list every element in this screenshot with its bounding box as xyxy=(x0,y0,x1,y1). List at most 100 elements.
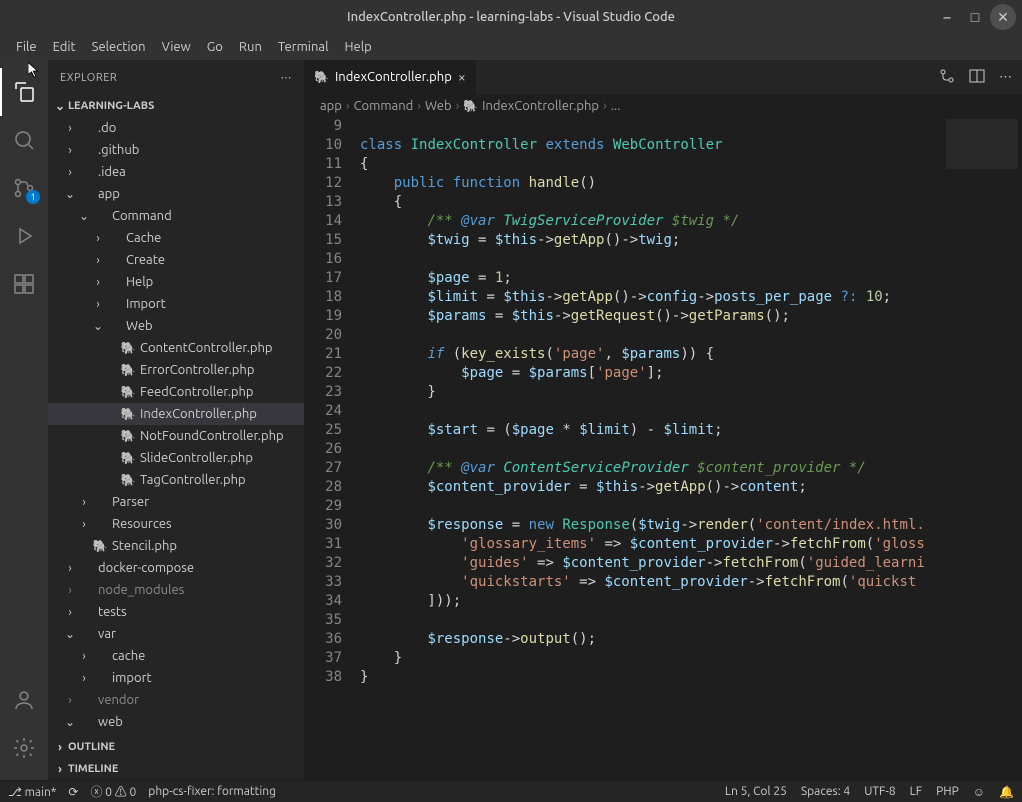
accounts-icon[interactable] xyxy=(0,676,48,724)
folder-item[interactable]: ›Import xyxy=(48,293,304,315)
sync-icon[interactable]: ⟳ xyxy=(68,785,78,799)
folder-item[interactable]: ›docker-compose xyxy=(48,557,304,579)
file-item[interactable]: 🐘FeedController.php xyxy=(48,381,304,403)
tab-label: IndexController.php xyxy=(335,70,452,84)
tree-item-label: cache xyxy=(112,649,145,663)
crumb[interactable]: Web xyxy=(425,99,452,113)
folder-item[interactable]: ›.idea xyxy=(48,161,304,183)
folder-item[interactable]: ›.github xyxy=(48,139,304,161)
php-file-icon: 🐘 xyxy=(92,538,108,554)
tree-item-label: IndexController.php xyxy=(140,407,257,421)
file-item[interactable]: 🐘NotFoundController.php xyxy=(48,425,304,447)
settings-icon[interactable] xyxy=(0,724,48,772)
menu-run[interactable]: Run xyxy=(231,36,270,58)
source-control-icon[interactable]: 1 xyxy=(0,164,48,212)
menu-go[interactable]: Go xyxy=(199,36,231,58)
tree-item-label: TagController.php xyxy=(140,473,246,487)
crumb[interactable]: IndexController.php xyxy=(482,99,599,113)
editor-more-icon[interactable]: ⋯ xyxy=(999,70,1012,85)
folder-item[interactable]: ›vendor xyxy=(48,689,304,711)
crumb[interactable]: Command xyxy=(354,99,414,113)
folder-item[interactable]: ⌄Web xyxy=(48,315,304,337)
crumb[interactable]: ... xyxy=(611,99,621,113)
folder-item[interactable]: ›cache xyxy=(48,645,304,667)
folder-item[interactable]: ⌄ Command xyxy=(48,205,304,227)
tree-item-label: FeedController.php xyxy=(140,385,254,399)
menu-file[interactable]: File xyxy=(8,36,45,58)
menu-edit[interactable]: Edit xyxy=(45,36,84,58)
folder-icon xyxy=(78,582,94,598)
close-icon[interactable]: × xyxy=(458,69,466,85)
compare-changes-icon[interactable] xyxy=(939,68,955,87)
tree-item-label: Resources xyxy=(112,517,172,531)
chevron-right-icon: › xyxy=(62,606,78,619)
menu-selection[interactable]: Selection xyxy=(84,36,154,58)
scm-badge: 1 xyxy=(26,190,40,204)
explorer-icon[interactable] xyxy=(0,68,48,116)
file-item[interactable]: 🐘ContentController.php xyxy=(48,337,304,359)
file-item[interactable]: 🐘TagController.php xyxy=(48,469,304,491)
tab-indexcontroller[interactable]: 🐘 IndexController.php × xyxy=(304,60,477,95)
timeline-section-header[interactable]: › TIMELINE xyxy=(48,758,304,780)
search-icon[interactable] xyxy=(0,116,48,164)
file-tree[interactable]: ›.do›.github›.idea⌄app ⌄ Command ›Cache›Cre… xyxy=(48,117,304,736)
folder-item[interactable]: ›Cache xyxy=(48,227,304,249)
folder-item[interactable]: ›Help xyxy=(48,271,304,293)
minimap[interactable] xyxy=(942,117,1022,780)
eol-status[interactable]: LF xyxy=(910,785,922,798)
feedback-icon[interactable]: ☺ xyxy=(973,785,985,799)
tree-item-label: ErrorController.php xyxy=(140,363,254,377)
menu-terminal[interactable]: Terminal xyxy=(270,36,337,58)
cursor-position[interactable]: Ln 5, Col 25 xyxy=(725,785,787,798)
file-item[interactable]: 🐘ErrorController.php xyxy=(48,359,304,381)
file-item[interactable]: 🐘Stencil.php xyxy=(48,535,304,557)
code-area[interactable]: 9101112131415161718192021222324252627282… xyxy=(304,117,1022,780)
folder-item[interactable]: ⌄var xyxy=(48,623,304,645)
tree-item-label: tests xyxy=(98,605,127,619)
folder-item[interactable]: ›.do xyxy=(48,117,304,139)
close-button[interactable]: ✕ xyxy=(990,4,1016,30)
crumb[interactable]: app xyxy=(320,99,342,113)
notifications-icon[interactable]: 🔔 xyxy=(999,785,1014,799)
language-status[interactable]: PHP xyxy=(936,785,959,798)
line-numbers: 9101112131415161718192021222324252627282… xyxy=(304,117,360,780)
tab-bar: 🐘 IndexController.php × ⋯ xyxy=(304,60,1022,95)
chevron-right-icon: › xyxy=(52,741,68,754)
formatter-status[interactable]: php-cs-fixer: formatting xyxy=(148,785,276,798)
folder-item[interactable]: › tests xyxy=(48,601,304,623)
branch-indicator[interactable]: ⎇ main* xyxy=(8,785,56,799)
problems-indicator[interactable]: ⓧ 0 ⚠ 0 xyxy=(90,783,136,800)
breadcrumbs[interactable]: app› Command› Web› 🐘 IndexController.php… xyxy=(304,95,1022,117)
chevron-right-icon: › xyxy=(62,584,78,597)
tree-item-label: SlideController.php xyxy=(140,451,253,465)
folder-item[interactable]: ›Parser xyxy=(48,491,304,513)
split-editor-icon[interactable] xyxy=(969,68,985,87)
file-item[interactable]: 🐘SlideController.php xyxy=(48,447,304,469)
folder-icon xyxy=(78,120,94,136)
folder-item[interactable]: ›import xyxy=(48,667,304,689)
window-controls: – □ ✕ xyxy=(934,4,1016,30)
folder-item[interactable]: ›Resources xyxy=(48,513,304,535)
folder-item[interactable]: ⌄web xyxy=(48,711,304,733)
minimize-button[interactable]: – xyxy=(934,4,960,30)
encoding-status[interactable]: UTF-8 xyxy=(864,785,895,798)
outline-label: OUTLINE xyxy=(68,741,115,753)
menu-help[interactable]: Help xyxy=(336,36,379,58)
code-content[interactable]: class IndexController extends WebControl… xyxy=(360,117,942,780)
file-item[interactable]: 🐘IndexController.php xyxy=(48,403,304,425)
menu-view[interactable]: View xyxy=(154,36,199,58)
folder-item[interactable]: ›Create xyxy=(48,249,304,271)
tree-item-label: Command xyxy=(112,209,172,223)
tree-item-label: Help xyxy=(126,275,153,289)
extensions-icon[interactable] xyxy=(0,260,48,308)
outline-section-header[interactable]: › OUTLINE xyxy=(48,736,304,758)
indent-status[interactable]: Spaces: 4 xyxy=(801,785,850,798)
folder-item[interactable]: ⌄app xyxy=(48,183,304,205)
run-debug-icon[interactable] xyxy=(0,212,48,260)
folder-item[interactable]: ›node_modules xyxy=(48,579,304,601)
sidebar-more-icon[interactable]: ⋯ xyxy=(281,71,293,84)
maximize-button[interactable]: □ xyxy=(962,4,988,30)
project-section-header[interactable]: ⌄ LEARNING-LABS xyxy=(48,95,304,117)
chevron-down-icon: ⌄ xyxy=(76,209,92,223)
tree-item-label: vendor xyxy=(98,693,139,707)
